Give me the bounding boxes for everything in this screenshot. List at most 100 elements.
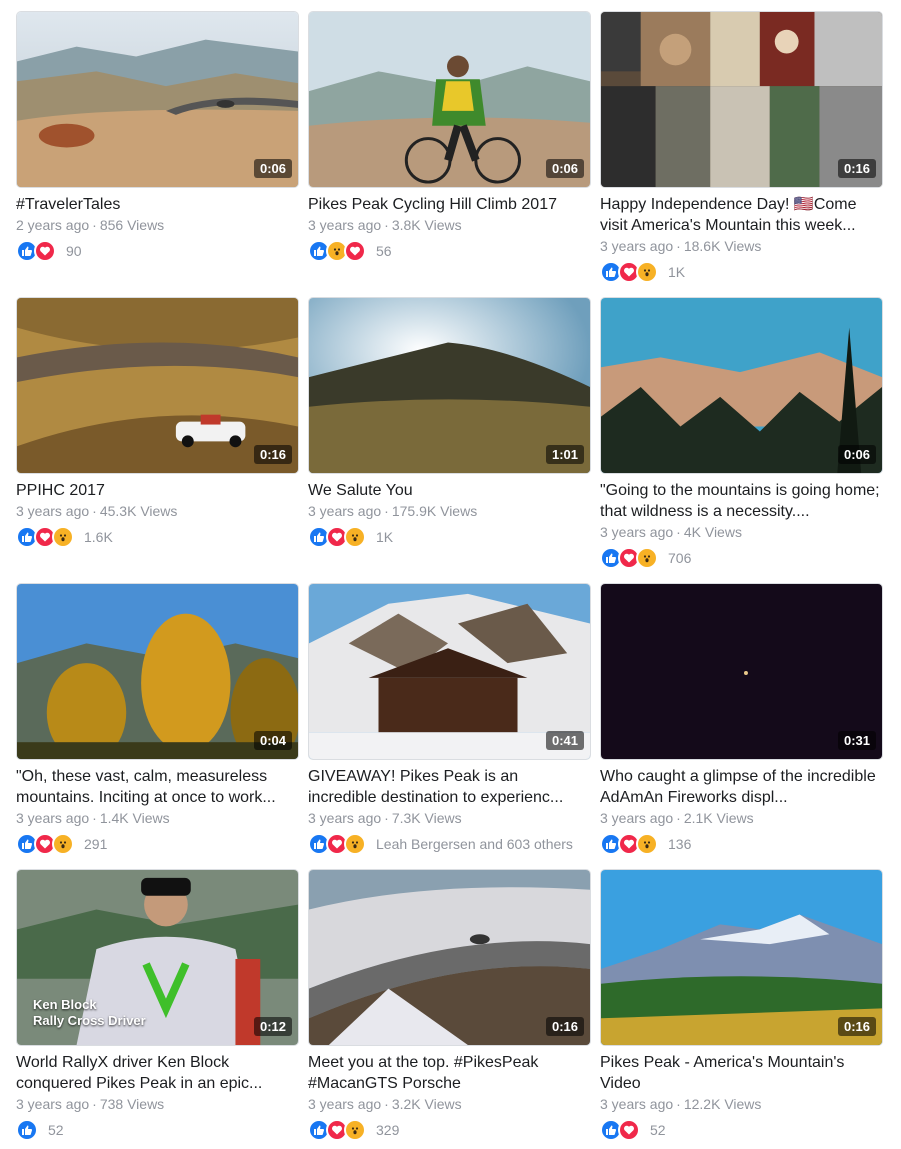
wow-reaction-icon — [636, 547, 658, 569]
video-views: 3.8K Views — [391, 217, 462, 233]
reaction-count: 1K — [376, 529, 394, 545]
video-title[interactable]: Meet you at the top. #PikesPeak #MacanGT… — [308, 1052, 591, 1094]
reaction-icons — [308, 526, 366, 548]
video-meta: 3 years ago · 1.4K Views — [16, 808, 299, 829]
reactions-summary[interactable]: 1.6K — [16, 526, 299, 548]
duration-badge: 0:04 — [253, 731, 292, 750]
video-views: 175.9K Views — [391, 503, 478, 519]
video-card[interactable]: 0:41 GIVEAWAY! Pikes Peak is an incredib… — [308, 583, 591, 855]
video-title[interactable]: #TravelerTales — [16, 194, 299, 215]
reactions-summary[interactable]: 90 — [16, 240, 299, 262]
wow-reaction-icon — [344, 833, 366, 855]
duration-badge: 0:12 — [253, 1017, 292, 1036]
video-title[interactable]: Pikes Peak Cycling Hill Climb 2017 — [308, 194, 591, 215]
video-card[interactable]: 0:04 "Oh, these vast, calm, measureless … — [16, 583, 299, 855]
reaction-count: 52 — [650, 1122, 666, 1138]
reaction-icons — [600, 547, 658, 569]
video-title[interactable]: World RallyX driver Ken Block conquered … — [16, 1052, 299, 1094]
video-meta: 3 years ago · 45.3K Views — [16, 501, 299, 522]
video-title[interactable]: Happy Independence Day! 🇺🇸Come visit Ame… — [600, 194, 883, 236]
video-title[interactable]: Pikes Peak - America's Mountain's Video — [600, 1052, 883, 1094]
video-thumbnail[interactable]: 0:06 — [308, 11, 591, 188]
video-card[interactable]: 0:16 Meet you at the top. #PikesPeak #Ma… — [308, 869, 591, 1141]
reactions-summary[interactable]: 1K — [308, 526, 591, 548]
duration-badge: 0:06 — [545, 159, 584, 178]
reactions-summary[interactable]: 706 — [600, 547, 883, 569]
video-age: 3 years ago — [16, 503, 90, 519]
video-thumbnail[interactable]: 0:16 — [308, 869, 591, 1046]
video-age: 3 years ago — [600, 1096, 674, 1112]
video-thumbnail[interactable]: 1:01 — [308, 297, 591, 474]
video-title[interactable]: "Going to the mountains is going home; t… — [600, 480, 883, 522]
reactions-summary[interactable]: 291 — [16, 833, 299, 855]
video-card[interactable]: Ken Block Rally Cross Driver 0:12 World … — [16, 869, 299, 1141]
video-title[interactable]: GIVEAWAY! Pikes Peak is an incredible de… — [308, 766, 591, 808]
reaction-icons — [16, 833, 74, 855]
reaction-count: 52 — [48, 1122, 64, 1138]
video-title[interactable]: PPIHC 2017 — [16, 480, 299, 501]
separator-dot: · — [384, 810, 389, 826]
love-reaction-icon — [34, 240, 56, 262]
reactions-summary[interactable]: 52 — [16, 1119, 299, 1141]
video-card[interactable]: 0:16 PPIHC 2017 3 years ago · 45.3K Views … — [16, 297, 299, 548]
duration-badge: 0:41 — [545, 731, 584, 750]
video-views: 856 Views — [99, 217, 165, 233]
video-thumbnail[interactable]: 0:31 — [600, 583, 883, 760]
separator-dot: · — [92, 217, 97, 233]
separator-dot: · — [384, 503, 389, 519]
reaction-icons — [16, 526, 74, 548]
video-card[interactable]: 0:06 #TravelerTales 2 years ago · 856 View… — [16, 11, 299, 262]
video-thumbnail[interactable]: Ken Block Rally Cross Driver 0:12 — [16, 869, 299, 1046]
video-age: 3 years ago — [308, 503, 382, 519]
video-title[interactable]: "Oh, these vast, calm, measureless mount… — [16, 766, 299, 808]
video-meta: 3 years ago · 738 Views — [16, 1094, 299, 1115]
video-views: 3.2K Views — [391, 1096, 462, 1112]
video-row: 0:04 "Oh, these vast, calm, measureless … — [16, 583, 884, 863]
reaction-count: 1K — [668, 264, 686, 280]
video-card[interactable]: 0:31 Who caught a glimpse of the incredi… — [600, 583, 883, 855]
reactions-summary[interactable]: Leah Bergersen and 603 others — [308, 833, 591, 855]
video-views: 738 Views — [99, 1096, 165, 1112]
reactions-summary[interactable]: 56 — [308, 240, 591, 262]
video-card[interactable]: 0:16 Pikes Peak - America's Mountain's V… — [600, 869, 883, 1141]
video-title[interactable]: Who caught a glimpse of the incredible A… — [600, 766, 883, 808]
reaction-count: 136 — [668, 836, 692, 852]
wow-reaction-icon — [344, 526, 366, 548]
video-thumbnail[interactable]: 0:06 — [600, 297, 883, 474]
reaction-icons — [600, 1119, 640, 1141]
duration-badge: 0:06 — [837, 445, 876, 464]
reaction-icons — [308, 833, 366, 855]
video-age: 3 years ago — [600, 238, 674, 254]
video-thumbnail[interactable]: 0:41 — [308, 583, 591, 760]
video-card[interactable]: 0:16 Happy Independence Day! 🇺🇸Come visi… — [600, 11, 883, 283]
separator-dot: · — [676, 524, 681, 540]
like-reaction-icon — [16, 1119, 38, 1141]
video-meta: 3 years ago · 3.8K Views — [308, 215, 591, 236]
video-card[interactable]: 0:06 Pikes Peak Cycling Hill Climb 2017 … — [308, 11, 591, 262]
video-card[interactable]: 0:06 "Going to the mountains is going ho… — [600, 297, 883, 569]
reactions-summary[interactable]: 329 — [308, 1119, 591, 1141]
video-row: Ken Block Rally Cross Driver 0:12 World … — [16, 869, 884, 1149]
duration-badge: 0:06 — [253, 159, 292, 178]
video-thumbnail[interactable]: 0:16 — [16, 297, 299, 474]
wow-reaction-icon — [52, 526, 74, 548]
video-views: 12.2K Views — [683, 1096, 762, 1112]
duration-badge: 0:16 — [253, 445, 292, 464]
video-thumbnail[interactable]: 0:16 — [600, 869, 883, 1046]
reaction-count: 291 — [84, 836, 108, 852]
duration-badge: 0:31 — [837, 731, 876, 750]
video-title[interactable]: We Salute You — [308, 480, 591, 501]
video-row: 0:16 PPIHC 2017 3 years ago · 45.3K Views … — [16, 297, 884, 577]
video-thumbnail[interactable]: 0:16 — [600, 11, 883, 188]
video-views: 18.6K Views — [683, 238, 762, 254]
video-meta: 3 years ago · 3.2K Views — [308, 1094, 591, 1115]
video-card[interactable]: 1:01 We Salute You 3 years ago · 175.9K Vi… — [308, 297, 591, 548]
reactions-summary[interactable]: 52 — [600, 1119, 883, 1141]
reactions-summary[interactable]: 1K — [600, 261, 883, 283]
reactions-summary[interactable]: 136 — [600, 833, 883, 855]
video-meta: 3 years ago · 18.6K Views — [600, 236, 883, 257]
video-age: 3 years ago — [308, 810, 382, 826]
video-thumbnail[interactable]: 0:04 — [16, 583, 299, 760]
video-thumbnail[interactable]: 0:06 — [16, 11, 299, 188]
duration-badge: 1:01 — [545, 445, 584, 464]
